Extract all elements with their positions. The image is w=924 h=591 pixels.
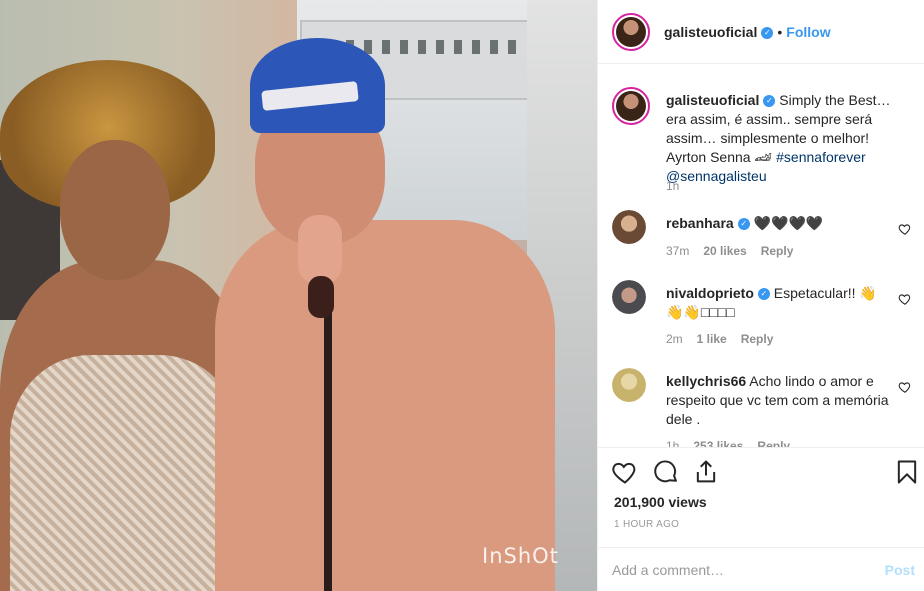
- post-header: galisteuoficial ✓ • Follow: [598, 0, 924, 64]
- comment-likes[interactable]: 1 like: [697, 332, 727, 346]
- person-right-body: [215, 220, 555, 591]
- comment-meta: 1h 253 likes Reply: [666, 439, 804, 447]
- comment-icon[interactable]: [652, 458, 680, 486]
- comment-username[interactable]: rebanhara: [666, 215, 734, 231]
- comment-body: 🖤🖤🖤🖤: [753, 215, 824, 231]
- person-right-hand: [298, 215, 342, 285]
- commenter-avatar[interactable]: [612, 368, 646, 402]
- commenter-avatar[interactable]: [612, 280, 646, 314]
- bookmark-icon[interactable]: [893, 458, 921, 486]
- comment-text: nivaldoprieto ✓ Espetacular!! 👋👋👋□□□□: [666, 284, 891, 322]
- comment-meta: 37m 20 likes Reply: [666, 244, 807, 258]
- caption-username[interactable]: galisteuoficial: [666, 92, 759, 108]
- post-actions: 201,900 views 1 HOUR AGO: [598, 447, 924, 543]
- microphone: [308, 276, 334, 318]
- comment-like-heart-icon[interactable]: [898, 380, 912, 394]
- add-comment-bar: Post: [598, 547, 924, 591]
- reply-button[interactable]: Reply: [757, 439, 790, 447]
- author-avatar[interactable]: [612, 13, 650, 51]
- verified-badge-icon: ✓: [757, 288, 770, 301]
- comment-time[interactable]: 37m: [666, 244, 689, 258]
- view-count[interactable]: 201,900 views: [614, 494, 707, 510]
- separator-dot: •: [777, 24, 783, 40]
- author-row: galisteuoficial ✓ • Follow: [664, 24, 831, 40]
- comment-item: kellychris66 Acho lindo o amor e respeit…: [612, 368, 912, 447]
- comment-username[interactable]: kellychris66: [666, 373, 746, 389]
- comment-time[interactable]: 2m: [666, 332, 683, 346]
- comments-list[interactable]: galisteuoficial ✓ Simply the Best… era as…: [598, 65, 924, 447]
- post-time[interactable]: 1 HOUR AGO: [614, 519, 679, 530]
- comment-text: rebanhara ✓ 🖤🖤🖤🖤: [666, 214, 891, 233]
- reply-button[interactable]: Reply: [741, 332, 774, 346]
- heart-icon[interactable]: [611, 458, 639, 486]
- caption-text: galisteuoficial ✓ Simply the Best… era as…: [666, 91, 891, 186]
- verified-badge-icon: ✓: [761, 27, 774, 40]
- comment-input[interactable]: [612, 558, 862, 582]
- comment-likes[interactable]: 253 likes: [693, 439, 743, 447]
- verified-badge-icon: ✓: [763, 95, 776, 108]
- caption-avatar[interactable]: [612, 87, 650, 125]
- post-video[interactable]: InShOt: [0, 0, 597, 591]
- person-left-dress: [10, 355, 240, 591]
- comment-item: nivaldoprieto ✓ Espetacular!! 👋👋👋□□□□ 2m 1…: [612, 280, 912, 360]
- follow-button[interactable]: Follow: [786, 24, 830, 40]
- caption-meta: 1h: [666, 179, 693, 193]
- post-sidebar: galisteuoficial ✓ • Follow galisteuoficial ✓…: [597, 0, 924, 591]
- comment-like-heart-icon[interactable]: [898, 222, 912, 236]
- comment-meta: 2m 1 like Reply: [666, 332, 787, 346]
- caption: galisteuoficial ✓ Simply the Best… era as…: [612, 87, 912, 197]
- comment-item: rebanhara ✓ 🖤🖤🖤🖤 37m 20 likes Reply: [612, 210, 912, 270]
- mic-stand: [324, 300, 332, 591]
- comment-text: kellychris66 Acho lindo o amor e respeit…: [666, 372, 891, 429]
- comment-likes[interactable]: 20 likes: [703, 244, 746, 258]
- reply-button[interactable]: Reply: [761, 244, 794, 258]
- inshot-watermark: InShOt: [482, 544, 559, 568]
- hashtag-link[interactable]: #sennaforever: [776, 149, 866, 165]
- post-button[interactable]: Post: [885, 562, 915, 578]
- caption-time[interactable]: 1h: [666, 179, 679, 193]
- commenter-avatar[interactable]: [612, 210, 646, 244]
- person-left-face: [60, 140, 170, 280]
- share-icon[interactable]: [692, 458, 720, 486]
- verified-badge-icon: ✓: [737, 218, 750, 231]
- comment-username[interactable]: nivaldoprieto: [666, 285, 754, 301]
- author-username[interactable]: galisteuoficial: [664, 24, 757, 40]
- comment-like-heart-icon[interactable]: [898, 292, 912, 306]
- comment-time[interactable]: 1h: [666, 439, 679, 447]
